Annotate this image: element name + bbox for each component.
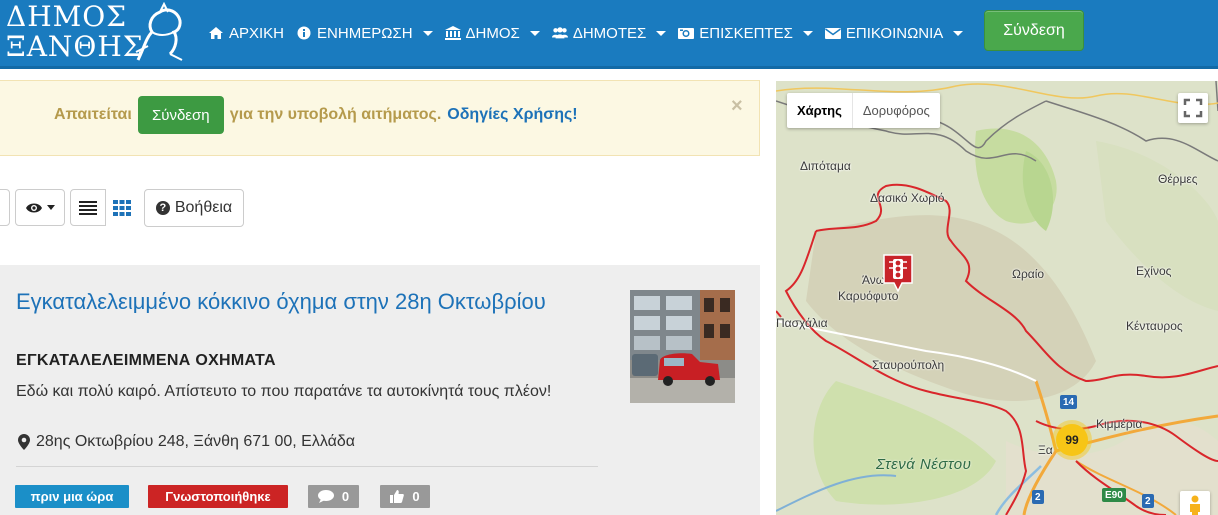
map-place-label: Εχίνος [1136, 264, 1172, 278]
map-marker-icon [18, 434, 30, 450]
question-circle-icon: ? [155, 201, 170, 215]
user-guide-link[interactable]: Οδηγίες Χρήσης! [447, 106, 577, 124]
list-view-button[interactable] [70, 189, 106, 226]
road-shield: 2 [1142, 494, 1154, 508]
fullscreen-button[interactable] [1178, 93, 1208, 123]
time-badge: πριν μια ώρα [15, 485, 129, 508]
nav-item-contact[interactable]: ΕΠΙΚΟΙΝΩΝΙΑ [824, 13, 964, 53]
likes-count: 0 [412, 489, 420, 504]
grid-icon [113, 199, 131, 216]
map-place-label: Κένταυρος [1126, 319, 1183, 333]
fullscreen-icon [1183, 98, 1203, 118]
issue-address: 28ης Οκτωβρίου 248, Ξάνθη 671 00, Ελλάδα [18, 433, 355, 451]
chevron-down-icon [656, 30, 667, 36]
map-place-label: Διπόταμα [800, 159, 851, 173]
horse-emblem-icon [135, 2, 183, 61]
login-required-alert: Απαιτείται Σύνδεση για την υποβολή αιτήμ… [0, 80, 760, 156]
nav-item-label: ΕΝΗΜΕΡΩΣΗ [317, 24, 413, 42]
alert-prefix: Απαιτείται [54, 106, 132, 123]
home-icon [209, 27, 223, 39]
visibility-dropdown[interactable] [15, 189, 65, 226]
map-type-map-button[interactable]: Χάρτης [787, 93, 853, 128]
map-place-label: Σταυρούπολη [872, 358, 945, 372]
nav-item-label: ΔΗΜΟΣ [465, 24, 520, 42]
chevron-down-icon [529, 30, 540, 36]
comment-icon [317, 490, 334, 503]
nav-item-label: ΔΗΜΟΤΕΣ [572, 24, 647, 42]
nav-item-citizens[interactable]: ΔΗΜΟΤΕΣ [551, 13, 667, 53]
issue-photo[interactable] [630, 290, 735, 403]
street-view-pegman[interactable] [1180, 491, 1210, 515]
map-place-label: Κιμμέρια [1096, 417, 1143, 431]
chevron-down-icon [422, 30, 433, 36]
map-region-label: Στενά Νέστου [876, 456, 972, 473]
traffic-light-marker-icon[interactable] [882, 253, 914, 293]
nav-item-label: ΕΠΙΚΟΙΝΩΝΙΑ [845, 24, 944, 42]
nav-item-label: ΕΠΙΣΚΕΠΤΕΣ [699, 24, 793, 42]
login-button[interactable]: Σύνδεση [984, 10, 1084, 51]
alert-message: Απαιτείται Σύνδεση για την υποβολή αιτήμ… [54, 95, 578, 135]
eye-icon [26, 203, 42, 212]
nav-item-municipality[interactable]: ΔΗΜΟΣ [444, 13, 540, 53]
envelope-icon [824, 28, 841, 39]
status-badge: Γνωστοποιήθηκε [148, 485, 288, 508]
camera-icon [678, 28, 695, 39]
toolbar-filter-button[interactable] [0, 189, 10, 226]
chevron-down-icon [802, 30, 813, 36]
grid-view-button[interactable] [106, 189, 138, 226]
nav-item-news[interactable]: ΕΝΗΜΕΡΩΣΗ [296, 13, 433, 53]
map-type-control: Χάρτης Δορυφόρος [787, 93, 940, 128]
logo-line-1: ΔΗΜΟΣ [6, 0, 128, 33]
issue-category: ΕΓΚΑΤΑΛΕΛΕΙΜΜΕΝΑ ΟΧΗΜΑΤΑ [16, 352, 276, 369]
alert-login-button[interactable]: Σύνδεση [137, 96, 224, 134]
likes-badge[interactable]: 0 [380, 485, 430, 508]
issues-map[interactable]: Χάρτης Δορυφόρος Διπόταμα Δασικό Χωριό Θ… [776, 81, 1218, 515]
map-place-label: Θέρμες [1158, 172, 1198, 186]
marker-cluster[interactable]: 99 [1056, 424, 1088, 456]
nav-item-home[interactable]: ΑΡΧΙΚΗ [208, 13, 284, 53]
road-shield: E90 [1102, 488, 1126, 502]
issue-description: Εδώ και πολύ καιρό. Απίστευτο το που παρ… [16, 383, 552, 400]
comments-badge[interactable]: 0 [308, 485, 359, 508]
users-icon [551, 27, 568, 39]
issue-address-text: 28ης Οκτωβρίου 248, Ξάνθη 671 00, Ελλάδα [36, 433, 355, 450]
card-divider [16, 466, 598, 467]
info-icon [297, 26, 311, 40]
issue-photo-image [630, 290, 735, 403]
map-place-label: Ωραίο [1012, 267, 1045, 281]
logo-line-2: ΞΑΝΘΗΣ [6, 30, 144, 63]
issue-title-link[interactable]: Εγκαταλελειμμένο κόκκινο όχημα στην 28η … [16, 289, 576, 314]
map-place-label: Πασχάλια [776, 316, 828, 330]
alert-suffix: για την υποβολή αιτήματος. [229, 106, 442, 123]
alert-close-icon[interactable]: × [731, 95, 743, 118]
nav-item-label: ΑΡΧΙΚΗ [229, 24, 285, 42]
map-type-satellite-button[interactable]: Δορυφόρος [853, 93, 940, 128]
chevron-down-icon [953, 30, 964, 36]
chevron-down-icon [47, 205, 55, 210]
map-place-label: Δασικό Χωριό [870, 191, 945, 205]
top-navbar: ΔΗΜΟΣ ΞΑΝΘΗΣ ΑΡΧΙΚΗ ΕΝΗΜΕΡΩΣΗ ΔΗΜΟΣ ΔΗΜΟ… [0, 0, 1218, 69]
issue-card[interactable]: Εγκαταλελειμμένο κόκκινο όχημα στην 28η … [0, 265, 760, 515]
main-nav: ΑΡΧΙΚΗ ΕΝΗΜΕΡΩΣΗ ΔΗΜΟΣ ΔΗΜΟΤΕΣ ΕΠΙΣΚΕΠΤΕ… [208, 0, 975, 66]
comments-count: 0 [341, 489, 350, 504]
nav-item-visitors[interactable]: ΕΠΙΣΚΕΠΤΕΣ [678, 13, 813, 53]
institution-icon [444, 26, 461, 40]
site-logo[interactable]: ΔΗΜΟΣ ΞΑΝΘΗΣ [2, 0, 192, 66]
map-place-label: Ξα [1038, 443, 1053, 457]
help-label: Βοήθεια [174, 199, 233, 216]
road-shield: 2 [1032, 490, 1044, 504]
thumbs-up-icon [390, 490, 405, 503]
road-shield: 14 [1060, 395, 1078, 409]
help-button[interactable]: ? Βοήθεια [144, 189, 244, 227]
list-icon [79, 200, 97, 215]
pegman-icon [1190, 495, 1200, 515]
